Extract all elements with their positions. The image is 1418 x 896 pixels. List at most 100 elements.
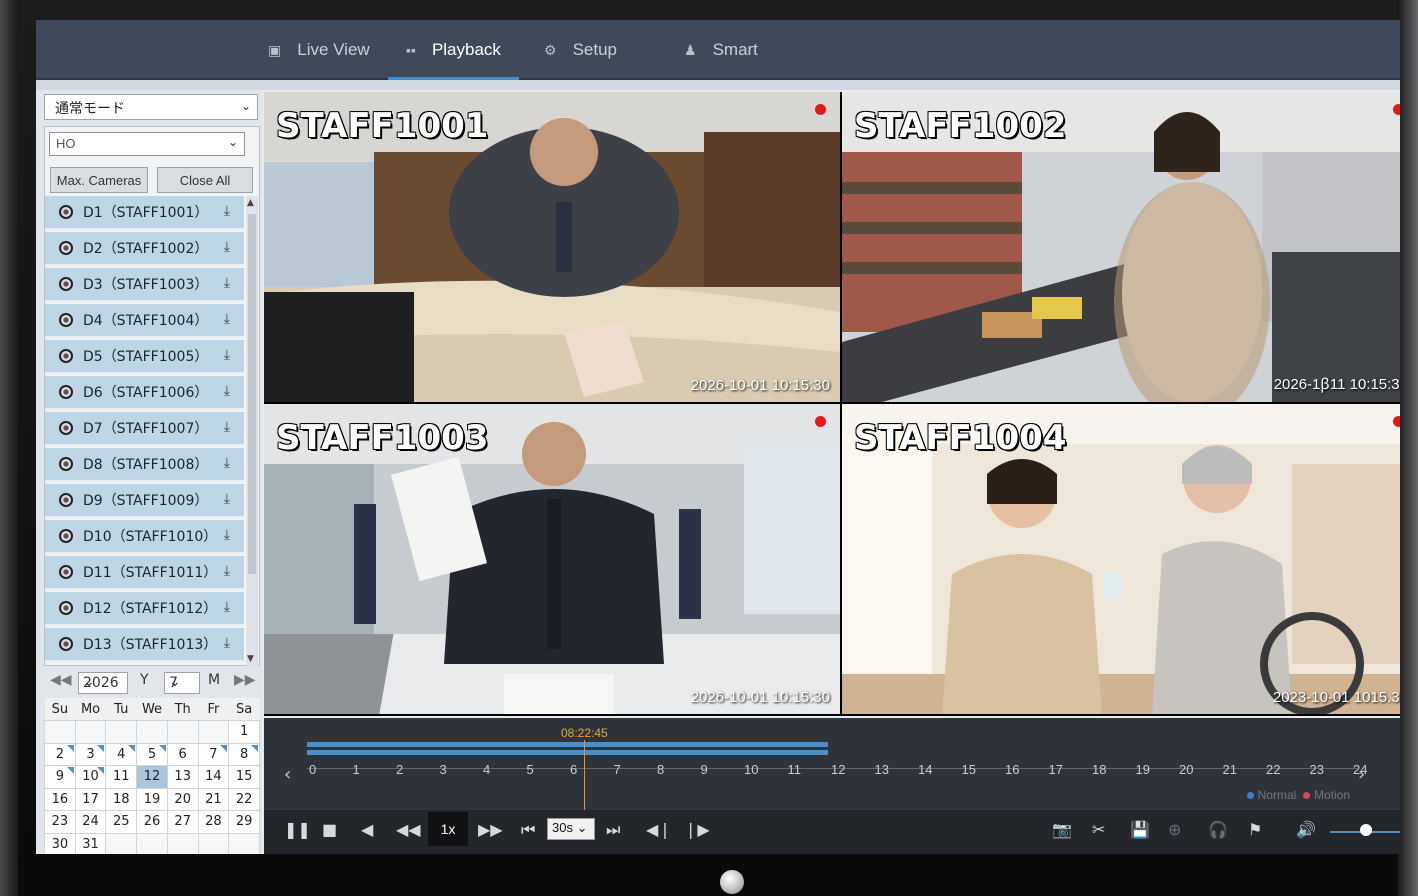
speed-up-icon[interactable]: ▶▶: [478, 820, 503, 839]
download-icon[interactable]: ⤓: [224, 563, 230, 579]
download-icon[interactable]: ⤓: [224, 275, 230, 291]
camera-item-d8[interactable]: D8（STAFF1008） ⤓: [45, 448, 244, 482]
scroll-down-icon[interactable]: ▼: [247, 654, 254, 664]
volume-icon[interactable]: 🔊: [1296, 820, 1316, 839]
video-tile-staff1004[interactable]: STAFF1004 2023-10-01 1015.30: [842, 404, 1400, 714]
calendar-day[interactable]: 9: [44, 765, 76, 789]
calendar-day[interactable]: 30: [44, 832, 76, 854]
download-icon[interactable]: ⤓: [224, 311, 230, 327]
download-icon[interactable]: ⤓: [224, 203, 230, 219]
camera-item-d1[interactable]: D1（STAFF1001） ⤓: [45, 196, 244, 230]
camera-item-d6[interactable]: D6（STAFF1006） ⤓: [45, 376, 244, 410]
camera-item-d11[interactable]: D11（STAFF1011） ⤓: [45, 556, 244, 590]
max-cameras-button[interactable]: Max. Cameras: [50, 167, 148, 193]
snapshot-icon[interactable]: 📷: [1052, 820, 1072, 839]
camera-item-d13[interactable]: D13（STAFF1013） ⤓: [45, 628, 244, 662]
video-tile-staff1002[interactable]: STAFF1002 2026-1ꞵ11 10:15:30: [842, 92, 1400, 402]
volume-slider-knob[interactable]: [1360, 824, 1372, 836]
camera-item-d2[interactable]: D2（STAFF1002） ⤓: [45, 232, 244, 266]
calendar-day[interactable]: 6: [166, 742, 199, 766]
download-icon[interactable]: ⤓: [224, 383, 230, 399]
calendar-day[interactable]: 25: [105, 810, 138, 834]
calendar-day[interactable]: 27: [166, 810, 199, 834]
calendar-day[interactable]: 16: [44, 787, 76, 811]
calendar-day[interactable]: 3: [74, 742, 107, 766]
calendar-day-selected[interactable]: 12: [136, 765, 168, 789]
timeline-prev-icon[interactable]: ‹: [284, 764, 291, 785]
mode-select[interactable]: 通常モード ⌄: [44, 94, 258, 120]
calendar-day[interactable]: 2: [44, 742, 76, 766]
download-icon[interactable]: ⤓: [224, 491, 230, 507]
scroll-up-icon[interactable]: ▲: [247, 198, 254, 208]
calendar-day[interactable]: 7: [197, 742, 230, 766]
calendar-day[interactable]: 24: [74, 810, 107, 834]
download-icon[interactable]: ⤓: [224, 635, 230, 651]
calendar-day[interactable]: 18: [105, 787, 138, 811]
camera-item-d4[interactable]: D4（STAFF1004） ⤓: [45, 304, 244, 338]
camera-item-d9[interactable]: D9（STAFF1009） ⤓: [45, 484, 244, 518]
calendar-day[interactable]: 19: [136, 787, 168, 811]
download-icon[interactable]: ⤓: [224, 527, 230, 543]
prev-year-icon[interactable]: ◀◀: [50, 672, 72, 688]
reverse-play-icon[interactable]: ◀: [361, 820, 373, 839]
calendar-day[interactable]: 10: [74, 765, 107, 789]
download-icon[interactable]: ⤓: [224, 455, 230, 471]
skip-forward-icon[interactable]: ⏭: [606, 820, 620, 840]
tab-playback[interactable]: ▪▪ Playback: [388, 20, 519, 80]
skip-back-icon[interactable]: ⏮: [521, 820, 535, 840]
calendar-day[interactable]: 20: [166, 787, 199, 811]
next-frame-icon[interactable]: ❘▶: [684, 820, 710, 839]
calendar-day[interactable]: 22: [228, 787, 260, 811]
camera-item-d5[interactable]: D5（STAFF1005） ⤓: [45, 340, 244, 374]
video-tile-staff1001[interactable]: STAFF1001 2026-10-01 10:15:30: [264, 92, 840, 402]
group-select[interactable]: HO ⌄: [49, 132, 245, 156]
calendar-day[interactable]: 4: [105, 742, 138, 766]
calendar-day[interactable]: 31: [74, 832, 107, 854]
timeline-track[interactable]: 08:22:45 ‹ › 0 1 2 3 4 5 6 7 8 9 10 11 12 13 14 15 16 17 1…: [264, 718, 1400, 810]
tab-live-view[interactable]: ▣ Live View: [268, 20, 370, 80]
calendar-day[interactable]: 23: [44, 810, 76, 834]
recording-bar[interactable]: [307, 750, 828, 755]
calendar-day[interactable]: 29: [228, 810, 260, 834]
download-icon[interactable]: ⤓: [224, 599, 230, 615]
save-icon[interactable]: 💾: [1130, 820, 1150, 839]
calendar-day[interactable]: 13: [166, 765, 199, 789]
clip-icon[interactable]: ✂: [1092, 820, 1105, 839]
calendar-day[interactable]: 11: [105, 765, 138, 789]
speed-display[interactable]: 1x: [428, 812, 468, 846]
calendar-day[interactable]: 21: [197, 787, 230, 811]
camera-list-scrollbar[interactable]: ▲ ▼: [246, 196, 258, 666]
calendar-day[interactable]: 1: [228, 720, 260, 744]
year-select[interactable]: 2026 ⌄: [78, 672, 128, 694]
download-icon[interactable]: ⤓: [224, 347, 230, 363]
power-button[interactable]: [720, 870, 744, 894]
download-icon[interactable]: ⤓: [224, 239, 230, 255]
prev-frame-icon[interactable]: ◀❘: [646, 820, 672, 839]
calendar-day[interactable]: 26: [136, 810, 168, 834]
skip-interval-select[interactable]: 30s ⌄: [547, 818, 595, 840]
close-all-button[interactable]: Close All: [157, 167, 253, 193]
digital-zoom-icon[interactable]: ⊕: [1168, 820, 1181, 839]
timeline-cursor[interactable]: [584, 740, 585, 810]
month-select[interactable]: 7 ⌄: [164, 672, 200, 694]
calendar-day[interactable]: 5: [136, 742, 168, 766]
next-year-icon[interactable]: ▶▶: [234, 672, 256, 688]
download-icon[interactable]: ⤓: [224, 419, 230, 435]
calendar-day[interactable]: 17: [74, 787, 107, 811]
recording-bar[interactable]: [307, 742, 828, 747]
calendar-day[interactable]: 15: [228, 765, 260, 789]
scrollbar-thumb[interactable]: [248, 214, 256, 574]
calendar-day[interactable]: 14: [197, 765, 230, 789]
tab-smart[interactable]: ♟ Smart: [684, 20, 758, 80]
camera-item-d12[interactable]: D12（STAFF1012） ⤓: [45, 592, 244, 626]
video-tile-staff1003[interactable]: STAFF1003 2026-10-01 10:15:30: [264, 404, 840, 714]
tag-icon[interactable]: ⚑: [1248, 820, 1262, 839]
pause-icon[interactable]: ❚❚: [284, 820, 311, 839]
camera-item-d7[interactable]: D7（STAFF1007） ⤓: [45, 412, 244, 446]
camera-item-d3[interactable]: D3（STAFF1003） ⤓: [45, 268, 244, 302]
tab-setup[interactable]: ⚙ Setup: [544, 20, 617, 80]
headset-icon[interactable]: 🎧: [1208, 820, 1228, 839]
stop-icon[interactable]: ■: [322, 820, 337, 839]
camera-item-d10[interactable]: D10（STAFF1010） ⤓: [45, 520, 244, 554]
calendar-day[interactable]: 8: [228, 742, 260, 766]
